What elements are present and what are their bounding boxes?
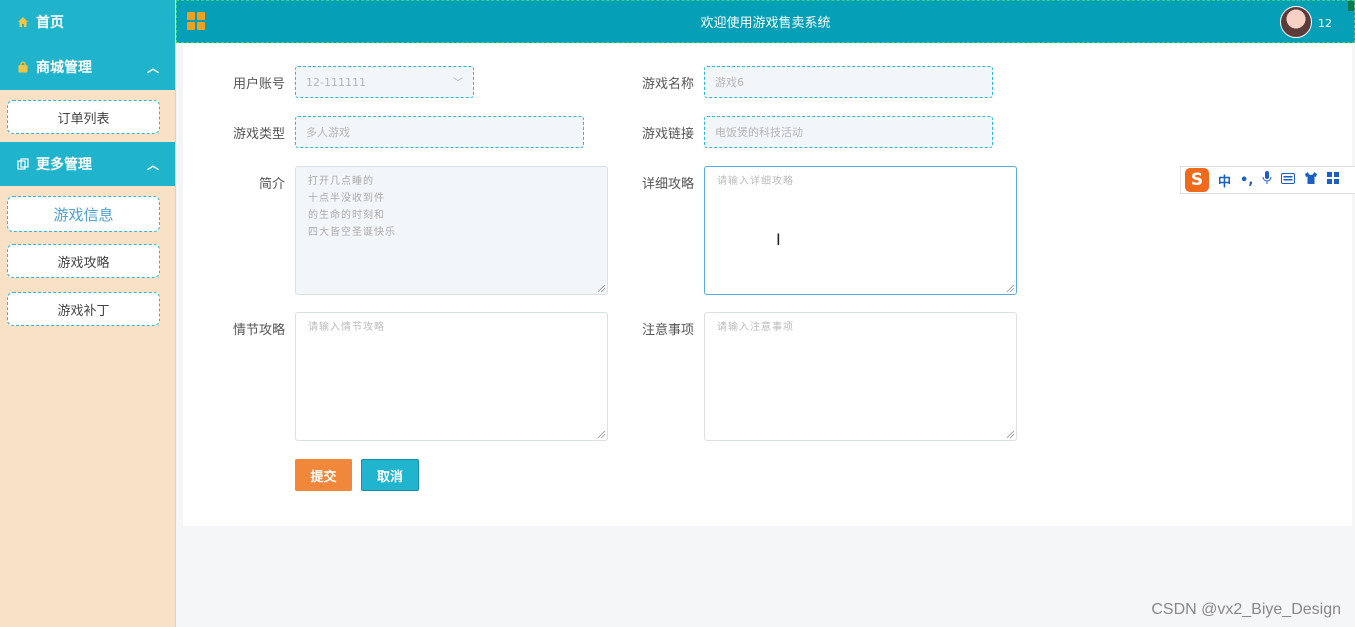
game-type-label: 游戏类型 bbox=[232, 127, 285, 142]
corner-marker bbox=[1348, 1, 1354, 11]
sidebar-item-game-patches[interactable]: 游戏补丁 bbox=[7, 292, 160, 326]
keyboard-icon[interactable] bbox=[1281, 172, 1296, 188]
home-icon bbox=[16, 15, 30, 29]
game-type-input[interactable]: 多人游戏 bbox=[295, 116, 584, 148]
game-name-label: 游戏名称 bbox=[641, 77, 694, 92]
intro-line: 四大皆空圣诞快乐 bbox=[308, 227, 396, 238]
game-link-input[interactable]: 电饭煲的科技活动 bbox=[704, 116, 993, 148]
submenu-mall: 订单列表 bbox=[0, 90, 175, 142]
resize-handle-icon[interactable] bbox=[1007, 285, 1014, 292]
detail-guide-label: 详细攻略 bbox=[641, 177, 694, 192]
avatar[interactable] bbox=[1280, 6, 1312, 38]
game-link-value: 电饭煲的科技活动 bbox=[715, 126, 803, 139]
menu-group-mall[interactable]: 商城管理 ︿ bbox=[0, 44, 175, 90]
sidebar-item-home-label: 首页 bbox=[36, 15, 64, 31]
detail-guide-placeholder: 请输入详细攻略 bbox=[717, 176, 794, 187]
menu-grid-icon[interactable] bbox=[187, 12, 205, 30]
text-cursor-icon: I bbox=[776, 230, 781, 249]
sidebar-item-orders[interactable]: 订单列表 bbox=[7, 100, 160, 134]
account-label: 用户账号 bbox=[232, 77, 285, 92]
account-value: 12-111111 bbox=[306, 75, 366, 89]
chevron-up-icon[interactable]: ︿ bbox=[147, 59, 159, 76]
notes-placeholder: 请输入注意事项 bbox=[717, 322, 794, 333]
sidebar-item-label: 订单列表 bbox=[57, 111, 110, 127]
bag-icon bbox=[16, 60, 30, 74]
game-link-label: 游戏链接 bbox=[641, 127, 694, 142]
submenu-more: 游戏信息 游戏攻略 游戏补丁 bbox=[0, 186, 175, 332]
chevron-down-icon: ﹀ bbox=[453, 78, 463, 89]
skin-shirt-icon[interactable] bbox=[1304, 172, 1318, 188]
menu-group-more-label: 更多管理 bbox=[36, 157, 92, 173]
sidebar-item-game-guides[interactable]: 游戏攻略 bbox=[7, 244, 160, 278]
watermark: CSDN @vx2_Biye_Design bbox=[1151, 601, 1341, 618]
user-id-label[interactable]: 12 bbox=[1318, 17, 1332, 30]
sidebar-item-label: 游戏补丁 bbox=[57, 303, 110, 319]
intro-textarea[interactable]: 打开几点睡的 十点半没收到件 的生命的时刻和 四大皆空圣诞快乐 bbox=[295, 166, 608, 295]
intro-label: 简介 bbox=[258, 177, 285, 192]
intro-line: 打开几点睡的 bbox=[308, 176, 374, 187]
menu-group-more[interactable]: 更多管理 ︿ bbox=[0, 142, 175, 186]
ime-logo-text: S bbox=[1190, 170, 1204, 190]
menu-group-mall-label: 商城管理 bbox=[36, 60, 92, 76]
page-title: 欢迎使用游戏售卖系统 bbox=[700, 16, 831, 31]
ime-logo-icon[interactable]: S bbox=[1185, 168, 1209, 192]
resize-handle-icon[interactable] bbox=[1007, 431, 1014, 438]
detail-guide-textarea[interactable]: 请输入详细攻略 bbox=[704, 166, 1017, 295]
intro-line: 十点半没收到件 bbox=[308, 193, 385, 204]
sidebar-item-home[interactable]: 首页 bbox=[0, 0, 175, 44]
submit-button[interactable]: 提交 bbox=[295, 459, 352, 491]
chevron-up-icon[interactable]: ︿ bbox=[147, 156, 159, 173]
resize-handle-icon[interactable] bbox=[598, 431, 605, 438]
sidebar-item-game-info[interactable]: 游戏信息 bbox=[7, 196, 160, 232]
cancel-button-label: 取消 bbox=[376, 469, 403, 485]
account-select[interactable]: 12-111111 ﹀ bbox=[295, 66, 474, 98]
notes-label: 注意事项 bbox=[641, 323, 694, 338]
game-name-value: 游戏6 bbox=[715, 76, 744, 89]
ime-toolbar: S 中 •, bbox=[1180, 166, 1355, 194]
game-name-input[interactable]: 游戏6 bbox=[704, 66, 993, 98]
ime-mode-toggle[interactable]: 中 bbox=[1218, 171, 1231, 190]
microphone-icon[interactable] bbox=[1262, 171, 1272, 189]
ime-punct-toggle[interactable]: •, bbox=[1240, 173, 1253, 188]
cancel-button[interactable]: 取消 bbox=[361, 459, 419, 491]
plot-guide-label: 情节攻略 bbox=[232, 323, 285, 338]
notes-textarea[interactable]: 请输入注意事项 bbox=[704, 312, 1017, 441]
top-bar: 欢迎使用游戏售卖系统 12 bbox=[176, 0, 1355, 43]
intro-line: 的生命的时刻和 bbox=[308, 210, 385, 221]
sidebar-item-label: 游戏攻略 bbox=[57, 255, 110, 271]
apps-grid-icon[interactable] bbox=[1327, 172, 1340, 188]
copy-icon bbox=[16, 157, 30, 171]
resize-handle-icon[interactable] bbox=[598, 285, 605, 292]
plot-guide-textarea[interactable]: 请输入情节攻略 bbox=[295, 312, 608, 441]
game-type-value: 多人游戏 bbox=[306, 126, 350, 139]
submit-button-label: 提交 bbox=[310, 469, 337, 485]
sidebar: 首页 商城管理 ︿ 订单列表 更多管理 ︿ 游戏信息 游戏攻略 游戏补丁 bbox=[0, 0, 176, 627]
sidebar-item-label: 游戏信息 bbox=[53, 205, 114, 224]
plot-guide-placeholder: 请输入情节攻略 bbox=[308, 322, 385, 333]
